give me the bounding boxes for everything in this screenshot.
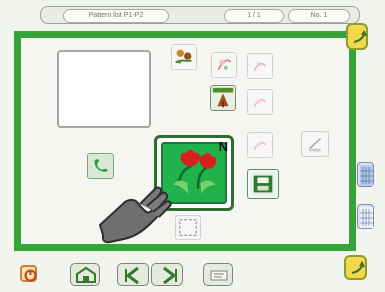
grid-icon [360,207,373,228]
pattern-preview [57,50,151,128]
pointer-hand-icon [98,186,172,244]
grid-icon [360,165,373,186]
flower-icon [172,45,196,69]
arrow-right-icon [163,266,177,285]
pattern-tile-3[interactable] [247,53,273,79]
phone-icon [88,154,113,178]
save-icon [249,171,277,197]
screen: Pattern list P1-P2 1 / 1 No. 1 N [0,0,385,292]
frame-icon [179,218,197,237]
side-panel-button-1[interactable] [357,162,374,187]
pattern-tile-2[interactable] [211,52,237,78]
phone-button[interactable] [87,153,114,179]
top-right-label: No. 1 [288,9,350,23]
bottom-right-yellow-button[interactable] [344,255,367,280]
close-icon [210,270,228,281]
top-right-yellow-button[interactable] [346,23,368,50]
return-icon [351,261,365,274]
top-left-label: Pattern list P1-P2 [63,9,169,23]
flower-icon [253,142,267,150]
close-button[interactable] [203,263,233,286]
pattern-tile-4[interactable] [210,85,236,111]
pattern-tile-5[interactable] [247,89,273,115]
pattern-tile-7[interactable] [301,131,329,157]
home-icon [76,266,96,283]
flower-icon [217,59,232,71]
home-button[interactable] [70,263,100,286]
edit-icon [303,134,327,154]
power-button[interactable] [20,265,37,282]
pattern-tile-1[interactable] [171,44,197,70]
new-badge: N [218,139,228,154]
side-panel-button-2[interactable] [357,204,374,229]
save-button[interactable] [247,169,279,199]
arrow-left-icon [125,266,139,285]
frame-select-button[interactable] [175,215,201,240]
return-icon [353,30,367,43]
tree-icon [211,86,235,110]
next-button[interactable] [151,263,183,286]
top-center-label: 1 / 1 [224,9,284,23]
power-icon [24,269,37,282]
pattern-tile-6[interactable] [247,132,273,158]
flower-icon [253,99,267,107]
flower-icon [253,62,267,71]
previous-button[interactable] [117,263,149,286]
